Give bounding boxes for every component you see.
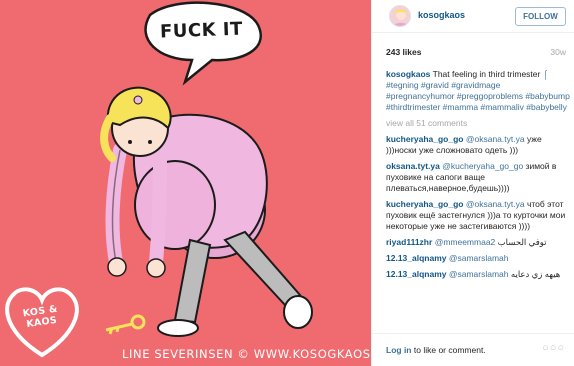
post-footer: Log in to like or comment. ○○○ bbox=[372, 333, 574, 366]
speech-bubble-text: FUCK IT bbox=[159, 18, 244, 43]
comment-item: kucheryaha_go_go @oksana.tyt.ya чтоб это… bbox=[386, 199, 570, 232]
view-all-comments-link[interactable]: view all 51 comments bbox=[386, 118, 570, 129]
login-prompt: Log in to like or comment. bbox=[386, 345, 486, 355]
follow-button[interactable]: FOLLOW bbox=[515, 7, 566, 26]
comment-text: هيهه زي دعايه bbox=[510, 269, 561, 279]
avatar[interactable] bbox=[389, 5, 411, 27]
likes-count[interactable]: 243 likes bbox=[386, 47, 421, 57]
instagram-post: FUCK IT KOS & KAOS LINE SEVERINSEN © WWW… bbox=[0, 0, 574, 366]
photo-credit: LINE SEVERINSEN © WWW.KOSOGKAOS.NO bbox=[122, 347, 371, 361]
comment-list: kosogkaos That feeling in third trimeste… bbox=[386, 69, 570, 285]
comment-item: oksana.tyt.ya @kucheryaha_go_go зимой в … bbox=[386, 161, 570, 194]
more-options-icon[interactable]: ○○○ bbox=[542, 342, 565, 354]
comment-item: kucheryaha_go_go @oksana.tyt.ya уже )))н… bbox=[386, 134, 570, 156]
comment-username[interactable]: 12.13_alqnamy bbox=[386, 253, 446, 263]
post-age[interactable]: 30w bbox=[550, 47, 566, 57]
comment-username[interactable]: riyad111zhr bbox=[386, 237, 432, 247]
comment-mention[interactable]: @mmeemmaa2 bbox=[435, 237, 496, 247]
comment-username[interactable]: oksana.tyt.ya bbox=[386, 161, 440, 171]
post-header: kosogkaos FOLLOW bbox=[372, 0, 574, 33]
comment-item: 12.13_alqnamy @samarslamah bbox=[386, 253, 570, 264]
post-sidebar: kosogkaos FOLLOW 243 likes 30w kosogkaos… bbox=[371, 0, 574, 366]
comment-username[interactable]: kucheryaha_go_go bbox=[386, 199, 463, 209]
login-text: to like or comment. bbox=[413, 345, 486, 355]
header-username[interactable]: kosogkaos bbox=[418, 10, 465, 20]
comment-username[interactable]: 12.13_alqnamy bbox=[386, 269, 446, 279]
avatar-image bbox=[393, 9, 409, 26]
comment-item: riyad111zhr @mmeemmaa2 توفي الحساب bbox=[386, 237, 570, 248]
comment-username[interactable]: kucheryaha_go_go bbox=[386, 134, 463, 144]
comment-mention[interactable]: @samarslamah bbox=[449, 269, 509, 279]
comment-text: توفي الحساب bbox=[497, 237, 547, 247]
post-photo[interactable]: FUCK IT KOS & KAOS LINE SEVERINSEN © WWW… bbox=[0, 0, 371, 366]
comment-item: 12.13_alqnamy @samarslamah هيهه زي دعايه bbox=[386, 269, 570, 280]
login-link[interactable]: Log in bbox=[386, 345, 412, 355]
comment-mention[interactable]: @kucheryaha_go_go bbox=[442, 161, 523, 171]
comment-mention[interactable]: @oksana.tyt.ya bbox=[466, 134, 525, 144]
caption: kosogkaos That feeling in third trimeste… bbox=[386, 69, 570, 113]
caption-username[interactable]: kosogkaos bbox=[386, 69, 430, 79]
caption-text: That feeling in third trimester bbox=[432, 69, 541, 79]
comment-mention[interactable]: @oksana.tyt.ya bbox=[466, 199, 525, 209]
comment-mention[interactable]: @samarslamah bbox=[449, 253, 509, 263]
